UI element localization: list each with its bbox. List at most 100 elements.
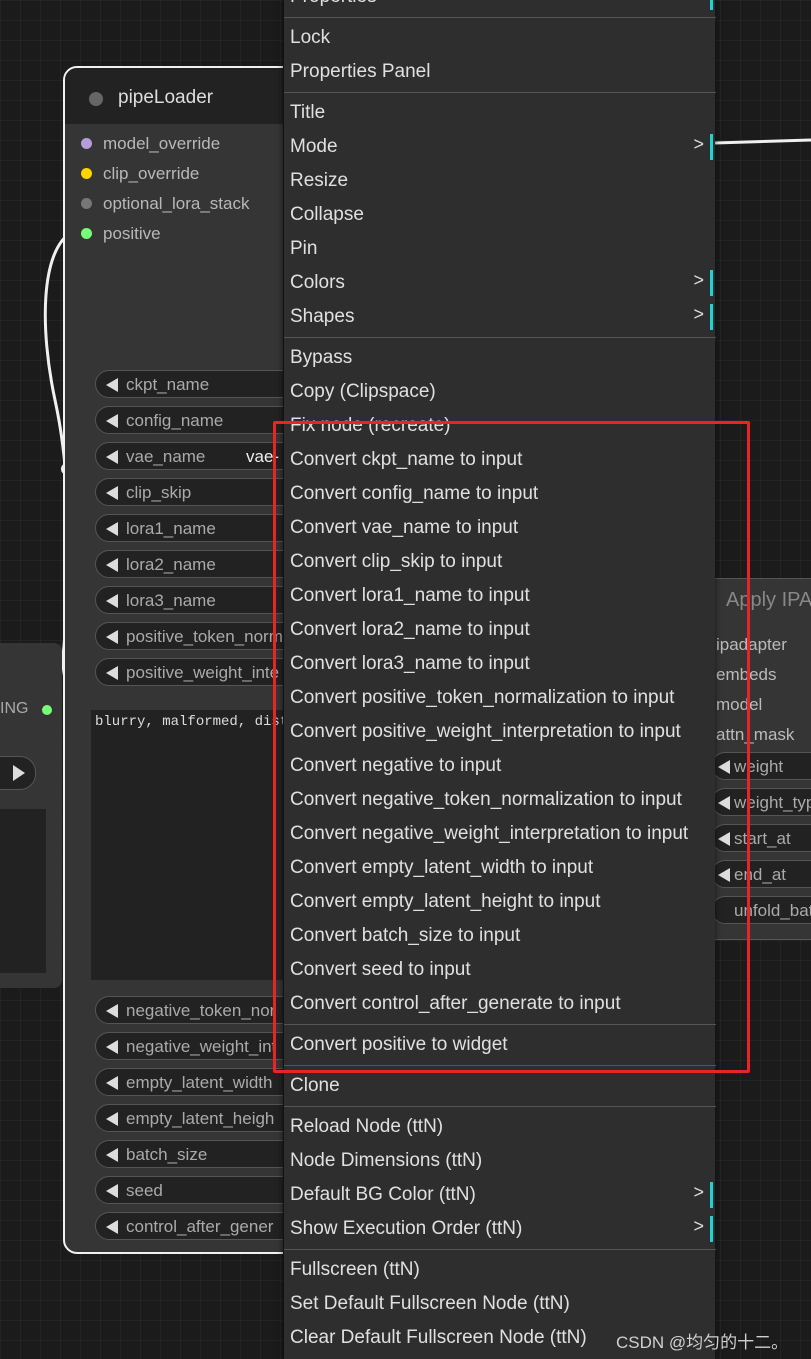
submenu-indicator-bar	[710, 1182, 713, 1208]
decrement-arrow-icon[interactable]	[106, 1220, 118, 1234]
widget-label: empty_latent_width	[126, 1073, 273, 1092]
menu-item-label: Collapse	[290, 204, 364, 225]
widget-label: control_after_gener	[126, 1217, 274, 1236]
slot-dot[interactable]	[81, 168, 92, 179]
slot-dot[interactable]	[81, 228, 92, 239]
menu-item-label: Properties Panel	[290, 61, 431, 82]
menu-item-set-default-fullscreen-node-ttn[interactable]: Set Default Fullscreen Node (ttN)	[284, 1287, 716, 1321]
slot-dot[interactable]	[81, 198, 92, 209]
play-button[interactable]	[0, 756, 36, 790]
submenu-indicator-bar	[710, 1216, 713, 1242]
submenu-chevron-icon: >	[693, 134, 704, 154]
menu-item-properties-panel[interactable]: Properties Panel	[284, 55, 716, 89]
widget-batch-size[interactable]: batch_size	[95, 1140, 315, 1168]
widget-label: clip_skip	[126, 483, 192, 502]
menu-item-bypass[interactable]: Bypass	[284, 341, 716, 375]
widget-label: empty_latent_heigh	[126, 1109, 275, 1128]
menu-item-copy-clipspace[interactable]: Copy (Clipspace)	[284, 375, 716, 409]
menu-item-pin[interactable]: Pin	[284, 232, 716, 266]
decrement-arrow-icon[interactable]	[106, 486, 118, 500]
menu-item-label: Mode	[290, 136, 338, 157]
menu-separator	[284, 1106, 716, 1107]
menu-item-collapse[interactable]: Collapse	[284, 198, 716, 232]
widget-label: lora2_name	[126, 555, 216, 574]
node-titlebar[interactable]: pipeLoader	[65, 68, 301, 124]
menu-item-colors[interactable]: Colors >	[284, 266, 716, 300]
node-title: pipeLoader	[118, 87, 214, 108]
menu-item-lock[interactable]: Lock	[284, 21, 716, 55]
decrement-arrow-icon[interactable]	[106, 666, 118, 680]
decrement-arrow-icon[interactable]	[106, 594, 118, 608]
menu-separator	[284, 337, 716, 338]
widget-label: ckpt_name	[126, 375, 210, 394]
watermark: CSDN @均匀的十二。	[616, 1333, 789, 1352]
decrement-arrow-icon[interactable]	[106, 1148, 118, 1162]
widget-empty-latent-heigh[interactable]: empty_latent_heigh	[95, 1104, 315, 1132]
widget-label: positive_token_norm	[126, 627, 283, 646]
submenu-chevron-icon: >	[693, 1216, 704, 1236]
menu-item-label: Clone	[290, 1075, 340, 1096]
menu-item-label: Properties	[290, 0, 377, 8]
menu-item-mode[interactable]: Mode >	[284, 130, 716, 164]
submenu-chevron-icon: >	[693, 270, 704, 290]
decrement-arrow-icon[interactable]	[106, 522, 118, 536]
submenu-indicator-bar	[710, 0, 713, 10]
output-label: ING	[0, 700, 29, 717]
submenu-chevron-icon: >	[693, 0, 704, 5]
slot-label: clip_override	[103, 164, 200, 183]
menu-item-label: Clear Default Fullscreen Node (ttN)	[290, 1327, 587, 1348]
text-area[interactable]	[0, 809, 46, 973]
decrement-arrow-icon[interactable]	[106, 378, 118, 392]
menu-item-properties[interactable]: Properties >	[284, 0, 716, 14]
collapse-dot[interactable]	[89, 92, 103, 106]
widget-label: negative_token_nor	[126, 1001, 276, 1020]
submenu-chevron-icon: >	[693, 304, 704, 324]
menu-item-label: Bypass	[290, 347, 353, 368]
menu-item-shapes[interactable]: Shapes >	[284, 300, 716, 334]
widget-label: batch_size	[126, 1145, 208, 1164]
menu-item-clone[interactable]: Clone	[284, 1069, 716, 1103]
decrement-arrow-icon[interactable]	[106, 558, 118, 572]
menu-item-node-dimensions-ttn[interactable]: Node Dimensions (ttN)	[284, 1144, 716, 1178]
widget-ckpt-name[interactable]: ckpt_name	[95, 370, 315, 398]
menu-separator	[284, 92, 716, 93]
decrement-arrow-icon[interactable]	[106, 1184, 118, 1198]
decrement-arrow-icon[interactable]	[106, 1112, 118, 1126]
menu-item-fullscreen-ttn[interactable]: Fullscreen (ttN)	[284, 1253, 716, 1287]
menu-item-show-execution-order-ttn[interactable]: Show Execution Order (ttN) >	[284, 1212, 716, 1246]
menu-item-label: Pin	[290, 238, 318, 259]
submenu-indicator-bar	[710, 270, 713, 296]
widget-label: lora1_name	[126, 519, 216, 538]
decrement-arrow-icon[interactable]	[106, 450, 118, 464]
slot-dot[interactable]	[81, 138, 92, 149]
widget-label: config_name	[126, 411, 224, 430]
left-node[interactable]: ING	[0, 643, 62, 988]
menu-item-label: Resize	[290, 170, 349, 191]
menu-item-label: Set Default Fullscreen Node (ttN)	[290, 1293, 570, 1314]
decrement-arrow-icon[interactable]	[106, 1040, 118, 1054]
widget-label: lora3_name	[126, 591, 216, 610]
menu-item-default-bg-color-ttn[interactable]: Default BG Color (ttN) >	[284, 1178, 716, 1212]
menu-item-resize[interactable]: Resize	[284, 164, 716, 198]
slot-label: optional_lora_stack	[103, 194, 250, 213]
menu-item-label: Fullscreen (ttN)	[290, 1259, 420, 1280]
menu-item-title[interactable]: Title	[284, 96, 716, 130]
mode-wire	[714, 138, 811, 145]
decrement-arrow-icon[interactable]	[106, 630, 118, 644]
submenu-indicator-bar	[710, 134, 713, 160]
menu-item-label: Colors	[290, 272, 345, 293]
menu-item-reload-node-ttn[interactable]: Reload Node (ttN)	[284, 1110, 716, 1144]
widget-control-after-gener[interactable]: control_after_gener	[95, 1212, 315, 1240]
widget-seed[interactable]: seed	[95, 1176, 315, 1204]
slot-label: model_override	[103, 134, 221, 153]
decrement-arrow-icon[interactable]	[106, 1004, 118, 1018]
menu-item-label: Reload Node (ttN)	[290, 1116, 444, 1137]
menu-item-label: Show Execution Order (ttN)	[290, 1218, 523, 1239]
menu-item-label: Shapes	[290, 306, 355, 327]
menu-separator	[284, 17, 716, 18]
submenu-indicator-bar	[710, 304, 713, 330]
output-slot-dot[interactable]	[42, 705, 52, 715]
decrement-arrow-icon[interactable]	[106, 414, 118, 428]
decrement-arrow-icon[interactable]	[106, 1076, 118, 1090]
pipeloader-node[interactable]: pipeLoader model_override clip_overrideop…	[63, 66, 315, 1254]
